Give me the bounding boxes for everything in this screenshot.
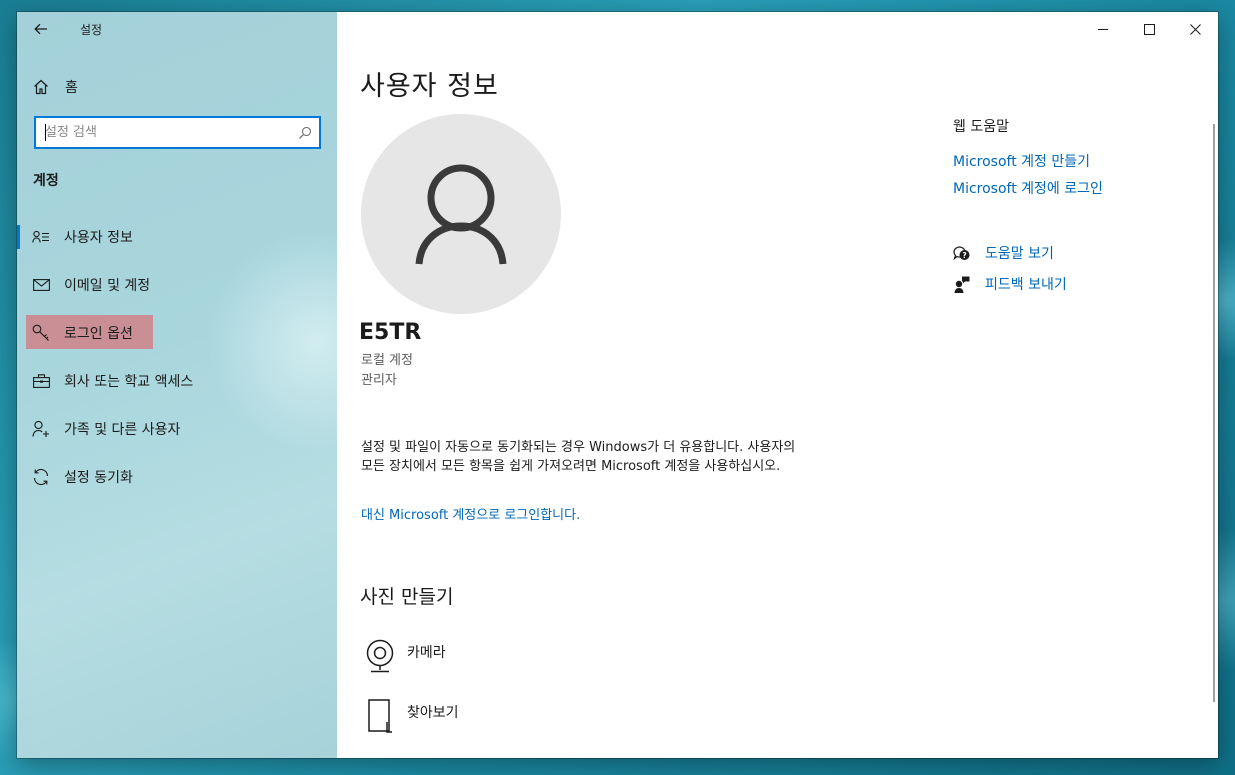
camera-option[interactable]: 카메라 [361,636,561,680]
mail-icon [31,275,51,295]
send-feedback-label: 피드백 보내기 [985,277,1067,293]
sidebar-item-sync-settings[interactable]: 설정 동기화 [17,453,337,501]
sidebar-item-work-school[interactable]: 회사 또는 학교 액세스 [17,357,337,405]
feedback-icon [953,275,971,293]
browse-option[interactable]: 찾아보기 [361,696,561,740]
home-label: 홈 [65,80,78,96]
sidebar-item-user-info[interactable]: 사용자 정보 [17,213,337,261]
create-ms-account-link[interactable]: Microsoft 계정 만들기 [953,151,1090,171]
sidebar-item-label: 가족 및 다른 사용자 [64,422,181,438]
avatar [361,114,561,314]
info-text: 설정 및 파일이 자동으로 동기화되는 경우 Windows가 더 유용합니다.… [361,440,796,474]
account-role: 관리자 [361,373,397,388]
user-avatar-icon [415,164,507,265]
briefcase-icon [31,371,51,391]
back-arrow-icon [34,23,47,35]
key-icon [31,323,51,343]
help-chat-icon: ? [953,244,971,262]
nav-list: 사용자 정보 이메일 및 계정 로그인 옵션 회사 또는 학교 액세스 가족 및… [17,213,337,501]
sidebar-item-label: 이메일 및 계정 [64,278,151,294]
text-caret [45,124,46,141]
sidebar-item-label: 설정 동기화 [64,470,133,486]
selection-indicator [17,225,20,249]
search-box[interactable] [34,116,321,149]
section-heading: 계정 [33,173,59,189]
sidebar-item-sign-in-options[interactable]: 로그인 옵션 [17,309,337,357]
photo-section-title: 사진 만들기 [360,586,454,608]
camera-icon [361,636,399,676]
sidebar-item-family-users[interactable]: 가족 및 다른 사용자 [17,405,337,453]
back-button[interactable] [27,16,55,42]
add-person-icon [31,419,51,439]
get-help-link[interactable]: ? 도움말 보기 [953,241,1054,265]
send-feedback-link[interactable]: 피드백 보내기 [953,272,1067,296]
web-help-heading: 웹 도움말 [953,119,1009,135]
sidebar-item-label: 회사 또는 학교 액세스 [64,374,194,390]
search-input[interactable] [36,118,291,147]
user-info-icon [31,227,51,247]
sync-icon [31,467,51,487]
ms-signin-link[interactable]: 대신 Microsoft 계정으로 로그인합니다. [361,504,580,523]
home-icon [27,79,55,95]
scrollbar[interactable] [1213,124,1215,702]
sidebar-item-home[interactable]: 홈 [27,72,317,102]
sidebar-item-label: 로그인 옵션 [64,326,133,342]
account-type: 로컬 계정 [361,353,413,368]
right-panel: 웹 도움말 Microsoft 계정 만들기 Microsoft 계정에 로그인… [953,12,1193,758]
sidebar: 설정 홈 계정 [17,12,337,758]
svg-text:?: ? [962,250,966,259]
browse-label: 찾아보기 [407,705,459,721]
main-content: 사용자 정보 E5TR 로컬 계정 관리자 설정 및 파일이 자동으로 동기화되… [337,12,1218,758]
camera-label: 카메라 [407,645,446,661]
user-name: E5TR [359,320,422,345]
sidebar-item-label: 사용자 정보 [64,230,133,246]
page-title: 사용자 정보 [360,71,499,102]
settings-window: 설정 홈 계정 [17,12,1218,758]
ms-account-login-link[interactable]: Microsoft 계정에 로그인 [953,178,1103,198]
get-help-label: 도움말 보기 [985,246,1054,262]
sidebar-item-email-accounts[interactable]: 이메일 및 계정 [17,261,337,309]
browse-icon [361,696,399,736]
search-icon[interactable] [298,125,312,144]
title-bar: 설정 [17,12,337,46]
app-title: 설정 [80,23,103,37]
